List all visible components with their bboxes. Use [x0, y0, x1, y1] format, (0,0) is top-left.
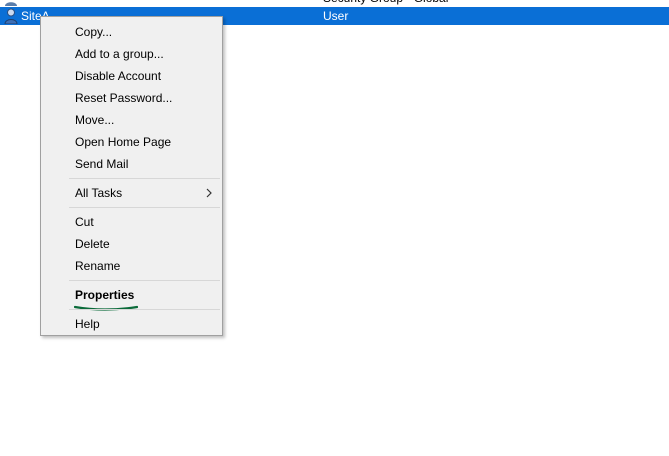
- menu-item-all-tasks[interactable]: All Tasks: [41, 182, 222, 204]
- menu-item-label: Disable Account: [75, 69, 162, 83]
- menu-item-label: Copy...: [75, 25, 113, 39]
- menu-separator: [69, 309, 220, 310]
- menu-item-help[interactable]: Help: [41, 313, 222, 335]
- menu-item-open-home-page[interactable]: Open Home Page: [41, 131, 222, 153]
- menu-separator: [69, 178, 220, 179]
- menu-item-rename[interactable]: Rename: [41, 255, 222, 277]
- list-row-partial[interactable]: Security Group - Global: [0, 0, 669, 7]
- annotation-underline: [73, 301, 139, 311]
- menu-item-cut[interactable]: Cut: [41, 211, 222, 233]
- menu-item-disable-account[interactable]: Disable Account: [41, 65, 222, 87]
- menu-item-reset-password[interactable]: Reset Password...: [41, 87, 222, 109]
- chevron-right-icon: [206, 187, 212, 198]
- menu-item-label: Reset Password...: [75, 91, 173, 105]
- menu-separator: [69, 207, 220, 208]
- menu-item-label: Cut: [75, 215, 94, 229]
- menu-item-label: Properties: [75, 288, 135, 302]
- menu-item-label: Send Mail: [75, 157, 129, 171]
- group-icon: [4, 0, 18, 6]
- menu-item-label: Open Home Page: [75, 135, 172, 149]
- context-menu: Copy... Add to a group... Disable Accoun…: [40, 16, 223, 336]
- menu-item-add-to-group[interactable]: Add to a group...: [41, 43, 222, 65]
- menu-separator: [69, 280, 220, 281]
- menu-item-label: Delete: [75, 237, 110, 251]
- menu-item-send-mail[interactable]: Send Mail: [41, 153, 222, 175]
- user-icon: [4, 8, 18, 25]
- menu-item-label: Rename: [75, 259, 121, 273]
- menu-item-move[interactable]: Move...: [41, 109, 222, 131]
- menu-item-copy[interactable]: Copy...: [41, 21, 222, 43]
- menu-item-properties[interactable]: Properties: [41, 284, 222, 311]
- menu-item-label: Add to a group...: [75, 47, 164, 61]
- list-cell-type: User: [323, 9, 349, 23]
- menu-item-delete[interactable]: Delete: [41, 233, 222, 255]
- list-cell-type: Security Group - Global: [323, 0, 448, 5]
- menu-item-label: Help: [75, 317, 100, 331]
- menu-item-label: Move...: [75, 113, 115, 127]
- menu-item-label: All Tasks: [75, 186, 123, 200]
